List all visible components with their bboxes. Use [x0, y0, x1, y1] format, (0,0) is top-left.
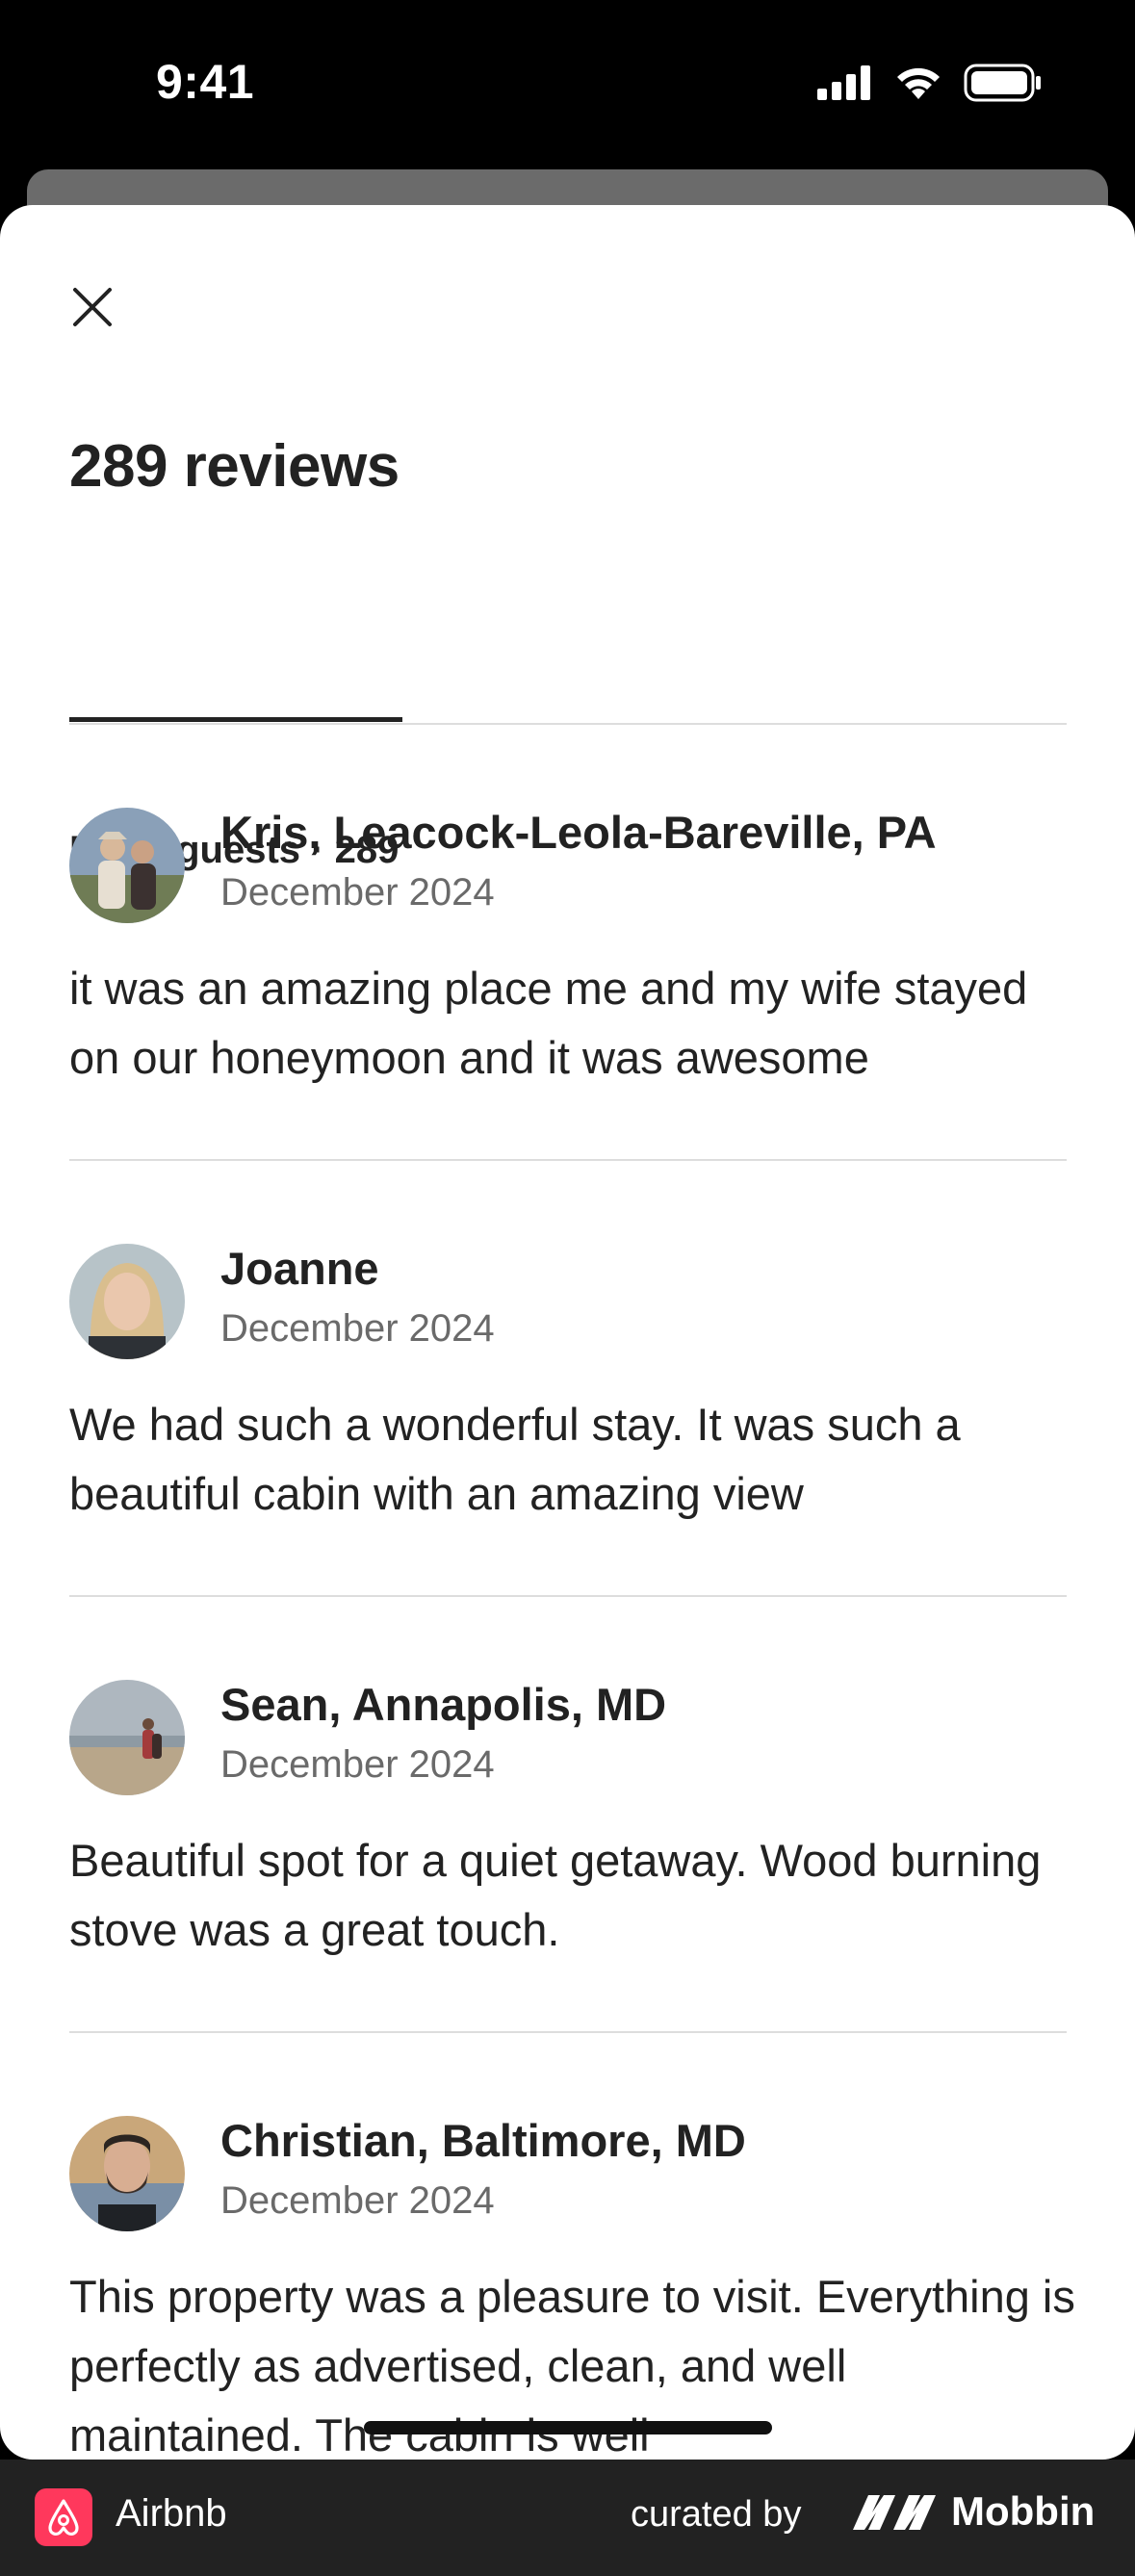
review-date: December 2024: [220, 2179, 495, 2222]
review-item: Sean, Annapolis, MD December 2024 Beauti…: [69, 1597, 1067, 2033]
reviews-list: Kris, Leacock-Leola-Bareville, PA Decemb…: [69, 725, 1075, 2460]
reviewer-name: Joanne: [220, 1243, 379, 1294]
mobbin-logo-icon: [853, 2495, 936, 2530]
review-text: Beautiful spot for a quiet getaway. Wood…: [69, 1835, 1042, 1955]
reviews-sheet: 289 reviews From guests · 289 Kris, Leac…: [0, 205, 1135, 2460]
avatar[interactable]: [69, 2116, 185, 2231]
status-bar: 9:41: [0, 0, 1135, 168]
active-tab-indicator: [69, 717, 402, 722]
cellular-signal-icon: [817, 65, 870, 100]
review-date: December 2024: [220, 871, 495, 914]
footer-app-name: Airbnb: [116, 2492, 227, 2535]
avatar[interactable]: [69, 808, 185, 923]
review-text: We had such a wonderful stay. It was suc…: [69, 1399, 961, 1519]
review-item: Kris, Leacock-Leola-Bareville, PA Decemb…: [69, 725, 1067, 1161]
page-title: 289 reviews: [69, 433, 400, 500]
avatar[interactable]: [69, 1680, 185, 1795]
review-date: December 2024: [220, 1743, 495, 1786]
review-text: it was an amazing place me and my wife s…: [69, 963, 1028, 1083]
review-item: Christian, Baltimore, MD December 2024 T…: [69, 2033, 1075, 2460]
avatar[interactable]: [69, 1244, 185, 1359]
airbnb-logo-icon: [35, 2488, 92, 2546]
home-indicator[interactable]: [364, 2421, 772, 2434]
footer-bar: Airbnb curated by Mobbin: [0, 2460, 1135, 2576]
mobbin-brand: Mobbin: [851, 2488, 1095, 2535]
review-item: Joanne December 2024 We had such a wonde…: [69, 1161, 1067, 1597]
battery-icon: [964, 64, 1041, 102]
status-time: 9:41: [156, 55, 255, 109]
wifi-icon: [897, 67, 940, 99]
footer-brand-name: Mobbin: [951, 2488, 1096, 2534]
close-button[interactable]: [60, 274, 125, 340]
reviewer-name: Sean, Annapolis, MD: [220, 1679, 667, 1730]
review-date: December 2024: [220, 1307, 495, 1350]
close-icon: [73, 288, 112, 326]
status-icons: [817, 64, 1043, 102]
reviewer-name: Kris, Leacock-Leola-Bareville, PA: [220, 807, 937, 858]
reviewer-name: Christian, Baltimore, MD: [220, 2115, 746, 2166]
footer-curated-by: curated by: [631, 2494, 802, 2535]
